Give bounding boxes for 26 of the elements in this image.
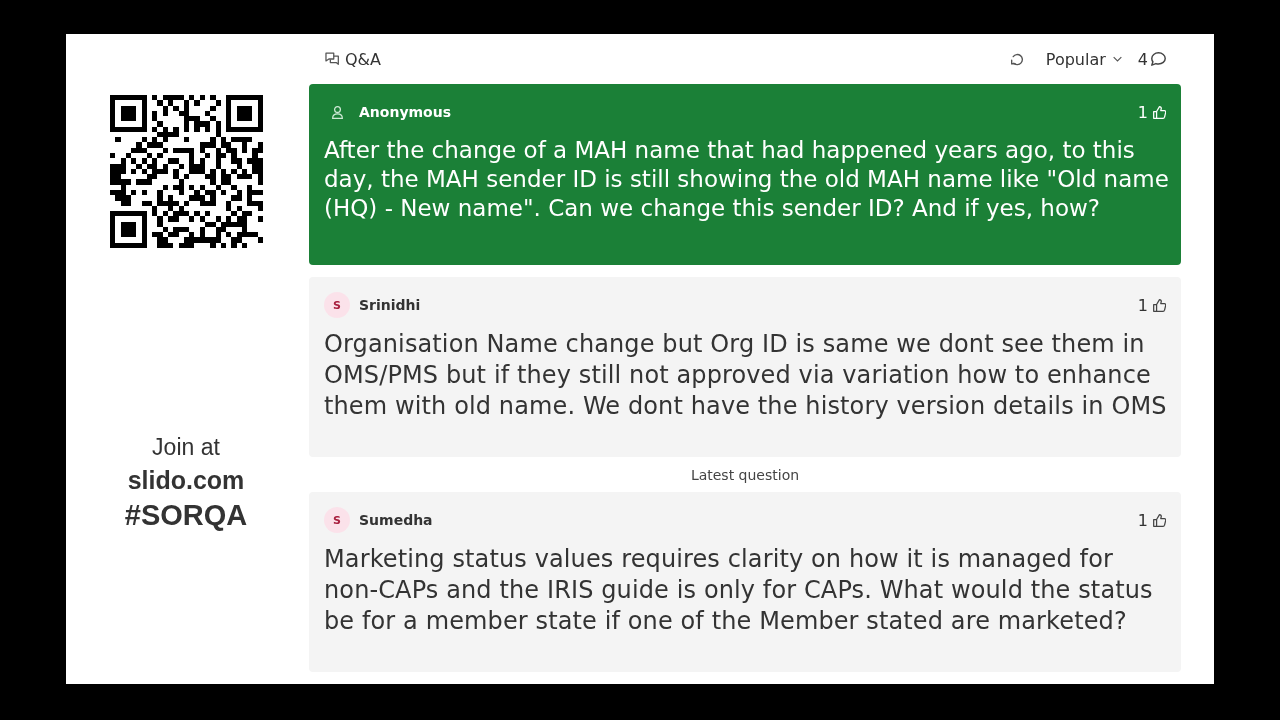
like-button[interactable]: 1 <box>1137 295 1166 315</box>
question-count: 4 <box>1137 49 1148 69</box>
refresh-icon[interactable] <box>1010 52 1024 66</box>
author-name: Sumedha <box>359 512 433 528</box>
caret-icon <box>1112 56 1122 62</box>
question-text: Organisation Name change but Org ID is same we dont see them in OMS/PMS but if they still not approved via variation how to enhance them with old name. We dont have the history version details in OMS <box>324 329 1168 422</box>
section-label: Latest question <box>690 466 800 483</box>
like-button[interactable]: 1 <box>1137 102 1166 122</box>
avatar-initial: S <box>324 507 350 533</box>
question-text: After the change of a MAH name that had happened years ago, to this day, the MAH sender ID is still showing the old MAH name like "Old name (HQ) - New name". Can we change this sender ID? And if yes, how? <box>324 136 1169 223</box>
author-name: Anonymous <box>359 104 452 120</box>
author-name: Srinidhi <box>359 297 421 313</box>
event-url: slido.com <box>127 465 245 496</box>
chat-bubbles-icon <box>325 52 339 66</box>
panel-title: Q&A <box>345 49 381 69</box>
person-icon <box>331 105 343 119</box>
speech-bubble-icon <box>1151 52 1166 66</box>
question-text: Marketing status values requires clarity on how it is managed for non-CAPs and the IRIS guide is only for CAPs. What would the status be for a member state if one of the Member stated are marketed? <box>324 544 1154 637</box>
thumbs-up-icon <box>1153 513 1166 527</box>
sort-dropdown[interactable]: Popular <box>1045 49 1122 69</box>
join-label: Join at <box>152 433 220 462</box>
event-code: #SORQA <box>124 498 248 533</box>
like-button[interactable]: 1 <box>1137 510 1166 530</box>
thumbs-up-icon <box>1153 105 1166 119</box>
thumbs-up-icon <box>1153 298 1166 312</box>
avatar-initial: S <box>324 292 350 318</box>
